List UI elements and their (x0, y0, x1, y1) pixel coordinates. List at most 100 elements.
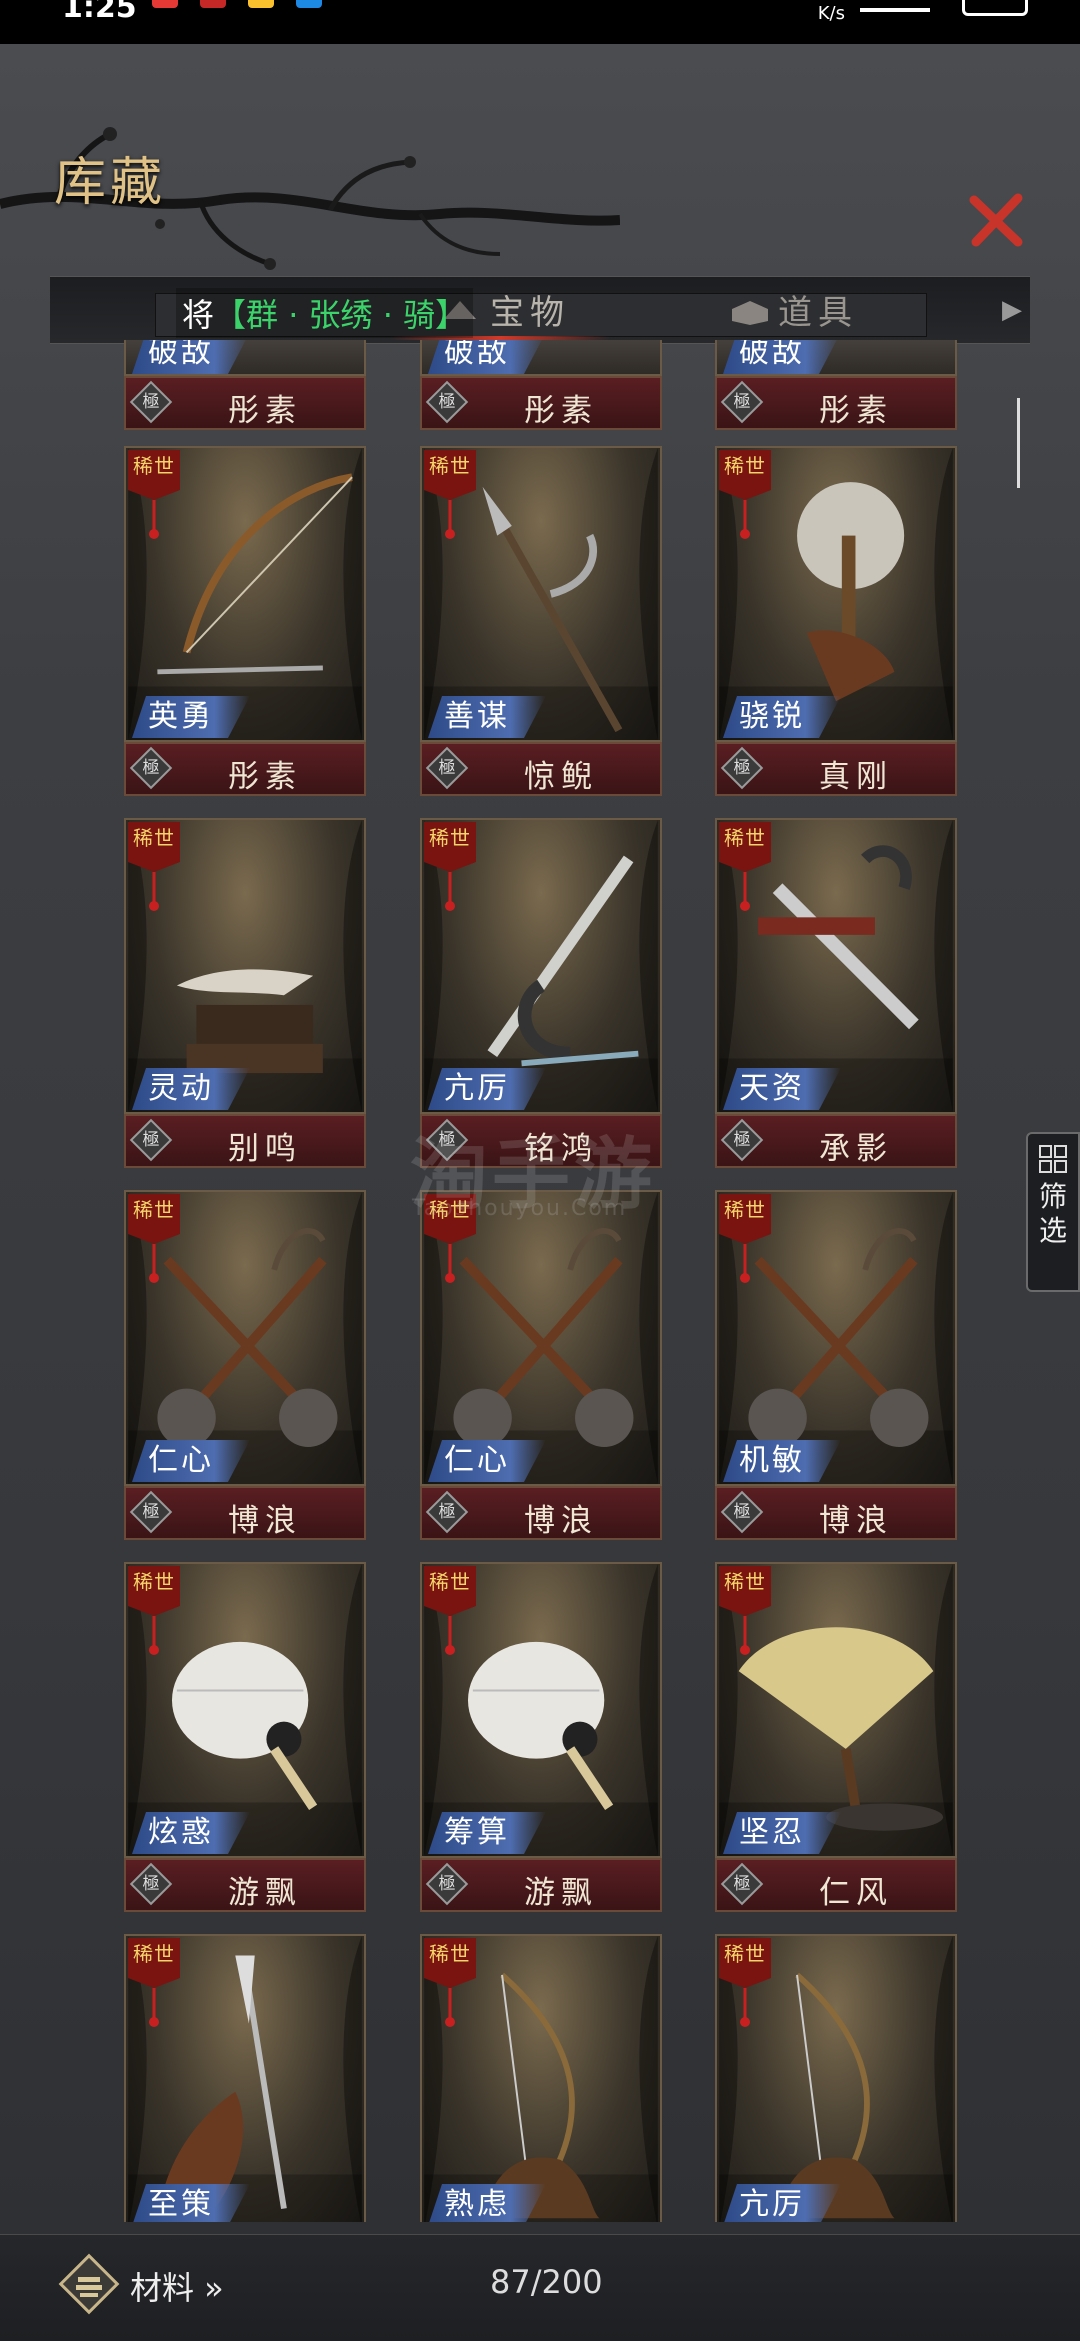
hero-name: 承影 (819, 1131, 893, 1167)
quality-diamond-icon: 極 (129, 746, 173, 790)
rarity-badge-label: 稀世 (724, 1570, 766, 1594)
treasure-card[interactable]: 稀世至策極 (124, 1934, 366, 2222)
hero-name: 彤素 (228, 759, 302, 795)
treasure-card[interactable]: 稀世 机敏極博浪 (715, 1190, 957, 1540)
treasure-card[interactable]: 稀世 英勇極彤素 (124, 446, 366, 796)
quality-label: 極 (142, 1502, 160, 1522)
treasure-art: 稀世 (715, 1934, 957, 2222)
tooltip-bracket-open: 【 (214, 296, 247, 334)
filter-button[interactable]: 筛选 (1026, 1132, 1080, 1292)
grid-icon (1039, 1145, 1067, 1173)
hero-name: 彤素 (819, 393, 893, 429)
hero-tooltip: 将【群 · 张绣 · 骑】 (176, 288, 474, 338)
hero-name: 仁风 (819, 1875, 893, 1911)
battery-icon (962, 0, 1028, 16)
hero-nameplate: 極 博浪 (420, 1486, 662, 1540)
hero-name: 博浪 (524, 1503, 598, 1539)
skill-chip: 熟虑 (428, 2184, 546, 2222)
rarity-badge: 稀世 (719, 822, 771, 914)
rarity-badge-label: 稀世 (724, 826, 766, 850)
quality-label: 極 (142, 1130, 160, 1150)
hero-nameplate: 極 仁风 (715, 1858, 957, 1912)
quality-diamond-icon: 極 (720, 1118, 764, 1162)
hero-name: 博浪 (819, 1503, 893, 1539)
hero-nameplate: 極 博浪 (124, 1486, 366, 1540)
quality-label: 極 (142, 758, 160, 778)
hero-nameplate: 極 游飘 (420, 1858, 662, 1912)
tooltip-prefix: 将 (182, 296, 215, 334)
hero-nameplate: 極 彤素 (715, 376, 957, 430)
treasure-card[interactable]: 稀世 骁锐極真刚 (715, 446, 957, 796)
hero-name: 真刚 (819, 759, 893, 795)
inventory-count: 87/200 (490, 2263, 603, 2301)
rarity-badge-label: 稀世 (724, 1198, 766, 1222)
hero-nameplate: 極 游飘 (124, 1858, 366, 1912)
quality-diamond-icon: 極 (720, 1490, 764, 1534)
hero-name: 别鸣 (228, 1131, 302, 1167)
materials-link[interactable]: 材料 » (130, 2263, 224, 2309)
rarity-badge-label: 稀世 (724, 454, 766, 478)
quality-label: 極 (142, 1874, 160, 1894)
quality-label: 極 (438, 1874, 456, 1894)
quality-label: 極 (733, 1130, 751, 1150)
hero-name: 彤素 (524, 393, 598, 429)
rarity-badge-label: 稀世 (429, 826, 471, 850)
treasure-card[interactable]: 破敌極彤素 (715, 340, 957, 430)
rarity-badge: 稀世 (424, 822, 476, 914)
treasure-card[interactable]: 稀世 天资極承影 (715, 818, 957, 1168)
chevron-right-icon[interactable]: ▶ (1002, 295, 1022, 325)
status-time: 1:25 (62, 0, 137, 25)
filter-label: 筛选 (1038, 1180, 1067, 1247)
rarity-badge: 稀世 (719, 450, 771, 542)
treasure-grid: 破敌極彤素 破敌極彤素 破敌極彤素 稀世 英勇極彤素 稀世 善谋極惊鲵 稀世 骁锐極真刚 稀世 灵动… (0, 340, 1080, 2222)
hero-name: 惊鲵 (524, 759, 598, 795)
skill-chip: 至策 (132, 2184, 250, 2222)
quality-label: 極 (438, 392, 456, 412)
tab-treasure[interactable]: 宝物 (490, 285, 570, 334)
hero-name: 游飘 (228, 1875, 302, 1911)
treasure-card[interactable]: 稀世 仁心極博浪 (124, 1190, 366, 1540)
quality-diamond-icon: 極 (720, 746, 764, 790)
app-notification-icon (152, 0, 178, 8)
treasure-card[interactable]: 稀世熟虑極 (420, 1934, 662, 2222)
quality-diamond-icon: 極 (425, 380, 469, 424)
close-icon[interactable] (966, 190, 1026, 250)
rarity-badge: 稀世 (128, 1194, 180, 1286)
materials-icon[interactable] (58, 2253, 120, 2315)
status-bar: 1:25 K/s (0, 0, 1080, 44)
treasure-art: 稀世 (420, 1934, 662, 2222)
app-notification-icon (248, 0, 274, 8)
quality-diamond-icon: 極 (425, 746, 469, 790)
hero-name: 彤素 (228, 393, 302, 429)
bottom-bar: 材料 » 87/200 (0, 2234, 1080, 2341)
treasure-card[interactable]: 破敌極彤素 (420, 340, 662, 430)
treasure-card[interactable]: 稀世亢厉極 (715, 1934, 957, 2222)
treasure-card[interactable]: 稀世 善谋極惊鲵 (420, 446, 662, 796)
rarity-badge: 稀世 (128, 822, 180, 914)
tooltip-bracket-close: 】 (435, 296, 468, 334)
treasure-card[interactable]: 稀世 筹算極游飘 (420, 1562, 662, 1912)
hero-name: 游飘 (524, 1875, 598, 1911)
rarity-badge: 稀世 (719, 1194, 771, 1286)
treasure-card[interactable]: 稀世 炫惑極游飘 (124, 1562, 366, 1912)
hero-nameplate: 極 承影 (715, 1114, 957, 1168)
quality-diamond-icon: 極 (425, 1862, 469, 1906)
hero-nameplate: 極 博浪 (715, 1486, 957, 1540)
quality-label: 極 (142, 392, 160, 412)
treasure-card[interactable]: 稀世 仁心極博浪 (420, 1190, 662, 1540)
tab-items[interactable]: 道具 (778, 285, 858, 334)
treasure-card[interactable]: 破敌極彤素 (124, 340, 366, 430)
rarity-badge: 稀世 (128, 450, 180, 542)
quality-diamond-icon: 極 (720, 1862, 764, 1906)
network-speed: K/s (817, 3, 845, 24)
tooltip-hero-name: 群 · 张绣 · 骑 (246, 296, 436, 334)
scrollbar-thumb[interactable] (1017, 398, 1020, 488)
hero-nameplate: 極 彤素 (420, 376, 662, 430)
rarity-badge: 稀世 (719, 1938, 771, 2030)
skill-chip: 亢厉 (723, 2184, 841, 2222)
quality-label: 極 (438, 1502, 456, 1522)
treasure-card[interactable]: 稀世 坚忍極仁风 (715, 1562, 957, 1912)
app-notification-icon (296, 0, 322, 8)
rarity-badge-label: 稀世 (133, 1198, 175, 1222)
treasure-card[interactable]: 稀世 灵动極别鸣 (124, 818, 366, 1168)
